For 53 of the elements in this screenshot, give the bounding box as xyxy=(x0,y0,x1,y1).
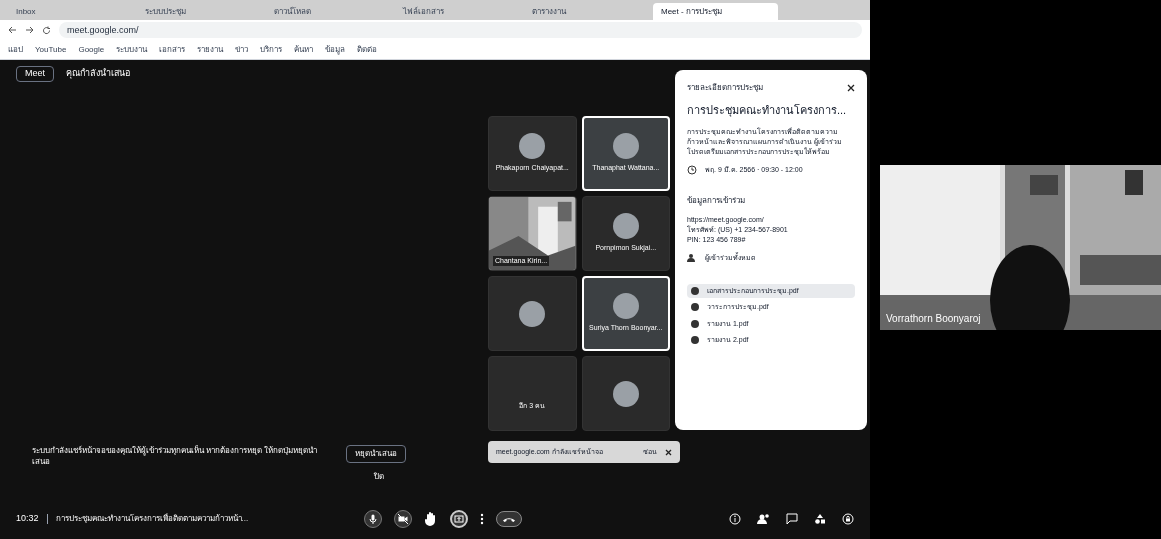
browser-tab[interactable]: ระบบประชุม xyxy=(137,3,262,20)
bookmark[interactable]: ระบบงาน xyxy=(116,43,148,56)
microphone-icon[interactable] xyxy=(363,510,382,528)
avatar xyxy=(612,293,639,320)
back-icon[interactable] xyxy=(8,26,17,34)
close-icon[interactable] xyxy=(847,84,855,92)
stop-presenting-button[interactable]: หยุดนำเสนอ xyxy=(346,445,406,463)
bookmark[interactable]: ข่าว xyxy=(235,43,249,56)
close-icon[interactable] xyxy=(665,448,672,456)
bookmark[interactable]: แอป xyxy=(8,43,23,56)
avatar xyxy=(519,300,546,327)
more-icon[interactable] xyxy=(479,513,484,525)
people-icon xyxy=(687,253,697,264)
browser-tab[interactable]: ดาวน์โหลด xyxy=(266,3,391,20)
people-icon[interactable] xyxy=(757,513,770,525)
camera-off-icon[interactable] xyxy=(393,510,412,528)
clock-icon xyxy=(687,164,697,175)
avatar xyxy=(612,213,639,240)
avatar xyxy=(612,133,639,160)
presenting-label: คุณกำลังนำเสนอ xyxy=(66,67,130,81)
browser-tab[interactable]: Meet - การประชุม xyxy=(653,3,778,20)
browser-tab[interactable]: Inbox xyxy=(8,3,133,20)
participant-name: Vorrathorn Boonyaroj xyxy=(886,312,981,326)
lock-icon[interactable] xyxy=(842,513,854,525)
browser-tab[interactable]: ตารางงาน xyxy=(524,3,649,20)
bookmark[interactable]: ติดต่อ xyxy=(357,43,378,56)
joining-heading: ข้อมูลการเข้าร่วม xyxy=(687,195,746,207)
shapes-icon[interactable] xyxy=(814,513,826,525)
chat-icon[interactable] xyxy=(786,513,798,525)
bookmark[interactable]: Google xyxy=(78,43,105,56)
notice-text: ระบบกำลังแชร์หน้าจอของคุณให้ผู้เข้าร่วมทุกคนเห็น หากต้องการหยุด ให้กดปุ่มหยุดนำเสนอ xyxy=(32,445,319,467)
hand-icon[interactable] xyxy=(423,511,438,527)
forward-icon[interactable] xyxy=(25,26,34,34)
bookmark[interactable]: บริการ xyxy=(260,43,283,56)
meeting-title: การประชุมคณะทำงานโครงการ... xyxy=(687,103,848,119)
panel-heading: รายละเอียดการประชุม xyxy=(687,82,763,94)
dismiss-button[interactable]: ปิด xyxy=(374,471,384,483)
info-icon[interactable] xyxy=(729,513,741,525)
meeting-name: การประชุมคณะทำงานโครงการเพื่อติดตามความก้าวหน้า... xyxy=(55,513,250,525)
bookmark[interactable]: YouTube xyxy=(35,43,67,56)
reload-icon[interactable] xyxy=(42,25,51,35)
bookmark[interactable]: ค้นหา xyxy=(294,43,314,56)
avatar xyxy=(519,133,546,160)
address-bar[interactable]: meet.google.com/ xyxy=(59,22,862,38)
leave-call-icon[interactable] xyxy=(495,511,522,527)
clock-time: 10:32 xyxy=(16,512,39,526)
bookmark[interactable]: ข้อมูล xyxy=(325,43,346,56)
browser-tab[interactable]: ไฟล์เอกสาร xyxy=(395,3,520,20)
meet-chip[interactable]: Meet xyxy=(16,66,54,82)
bookmark[interactable]: รายงาน xyxy=(197,43,224,56)
present-icon[interactable] xyxy=(449,510,468,528)
bookmark[interactable]: เอกสาร xyxy=(159,43,186,56)
avatar xyxy=(612,380,639,407)
